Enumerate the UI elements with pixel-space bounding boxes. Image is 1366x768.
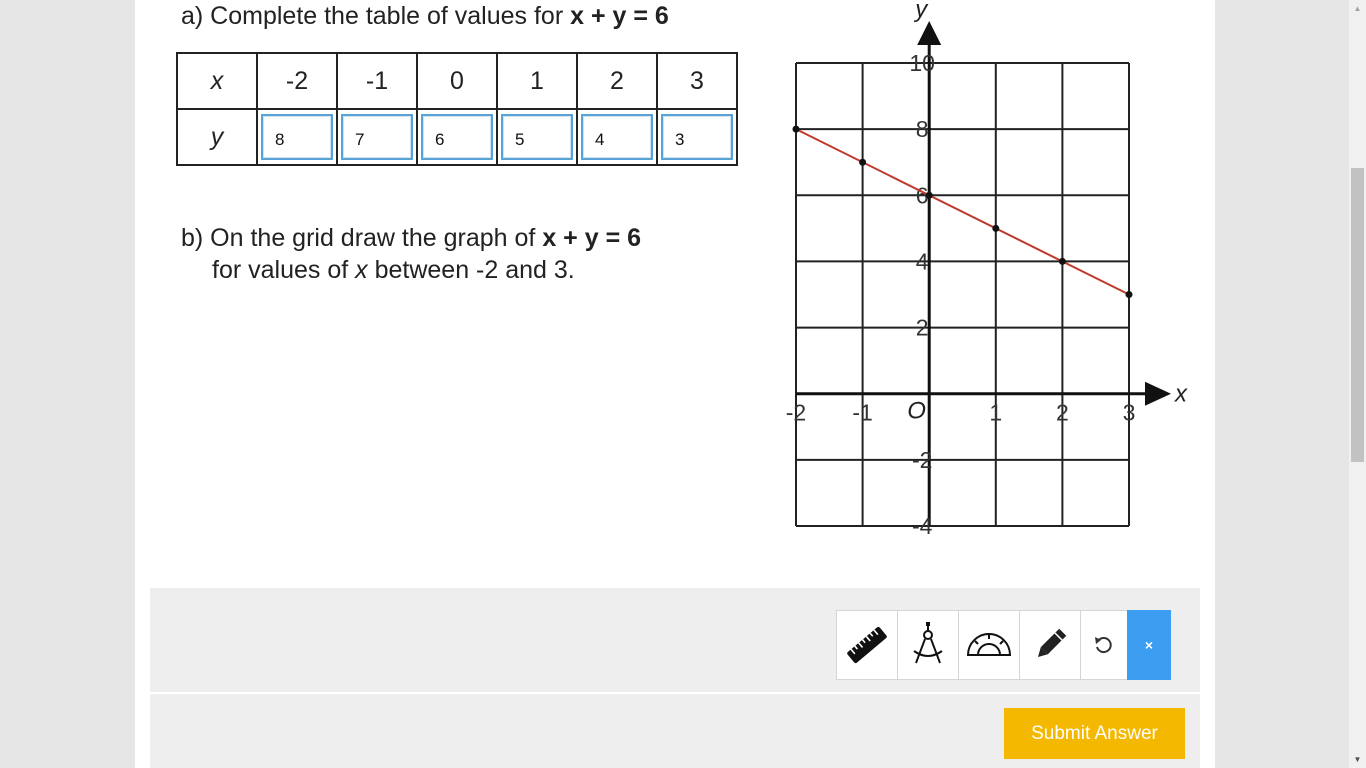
- plotted-point: [792, 125, 800, 133]
- y-tick-label: -2: [912, 447, 932, 473]
- question-b-line2-prefix: for values of: [212, 256, 356, 284]
- y-header: y: [176, 108, 258, 166]
- graph-line: [795, 128, 1130, 296]
- ruler-button[interactable]: [836, 610, 898, 680]
- question-b-prefix: b) On the grid draw the graph of: [181, 224, 543, 252]
- question-b-variable: x: [355, 256, 368, 284]
- scroll-down-icon[interactable]: ▼: [1349, 751, 1366, 768]
- x-tick-label: -2: [786, 400, 806, 426]
- x-tick-label: -1: [852, 400, 872, 426]
- undo-icon: [1095, 637, 1112, 654]
- y-cell: 7: [336, 108, 418, 166]
- y-answer-value: 5: [515, 130, 525, 149]
- submit-answer-button[interactable]: Submit Answer: [1004, 708, 1185, 759]
- x-value: -2: [256, 52, 338, 110]
- question-a-equation: x + y = 6: [570, 2, 669, 30]
- protractor-icon: [966, 633, 1012, 656]
- y-answer-value: 8: [275, 130, 285, 149]
- y-axis-arrow: [917, 21, 942, 45]
- vertical-scrollbar[interactable]: ▲ ▼: [1349, 0, 1366, 768]
- x-value: 0: [416, 52, 498, 110]
- grid-lines: [795, 62, 1130, 527]
- close-icon: ×: [1144, 637, 1154, 653]
- y-cell: 6: [416, 108, 498, 166]
- right-gutter: [1215, 0, 1349, 768]
- table-row-x: x -2 -1 0 1 2 3: [176, 52, 738, 110]
- question-b-line2-suffix: between -2 and 3.: [367, 256, 575, 284]
- pencil-icon: [1037, 628, 1067, 658]
- y-tick-label: 8: [916, 116, 929, 142]
- plotted-point: [992, 224, 1000, 232]
- compass-button[interactable]: [897, 610, 959, 680]
- drawing-toolbar: ×: [836, 610, 1171, 680]
- y-cell: 4: [576, 108, 658, 166]
- plotted-point: [1125, 291, 1133, 298]
- y-answer-input[interactable]: 6: [421, 114, 493, 160]
- x-header: x: [176, 52, 258, 110]
- plotted-point: [925, 191, 933, 199]
- plotted-point: [859, 158, 867, 166]
- y-tick-label: -4: [912, 513, 933, 539]
- protractor-button[interactable]: [958, 610, 1020, 680]
- question-b-equation: x + y = 6: [542, 224, 642, 252]
- y-cell: 3: [656, 108, 738, 166]
- question-a-prefix: a) Complete the table of values for: [181, 2, 571, 30]
- coordinate-grid[interactable]: -2 -1 1 2 3108642-2-4 x y O: [770, 0, 1200, 560]
- pencil-button[interactable]: [1019, 610, 1081, 680]
- question-b-line1: b) On the grid draw the graph of x + y =…: [181, 224, 641, 253]
- origin-label: O: [907, 398, 926, 425]
- y-axis-label: y: [913, 0, 929, 23]
- close-button[interactable]: ×: [1127, 610, 1171, 680]
- x-axis-label: x: [1174, 381, 1188, 408]
- y-answer-input[interactable]: 5: [501, 114, 573, 160]
- question-b-line2: for values of x between -2 and 3.: [212, 256, 575, 285]
- y-tick-label: 2: [916, 315, 929, 341]
- undo-button[interactable]: [1080, 610, 1128, 680]
- y-answer-value: 7: [355, 130, 365, 149]
- y-cell: 8: [256, 108, 338, 166]
- y-answer-input[interactable]: 3: [661, 114, 733, 160]
- x-value: 2: [576, 52, 658, 110]
- tick-labels: -2 -1 1 2 3108642-2-4: [786, 50, 1136, 539]
- x-value: 1: [496, 52, 578, 110]
- y-answer-input[interactable]: 4: [581, 114, 653, 160]
- x-axis-arrow: [1145, 381, 1171, 406]
- left-gutter: [0, 0, 135, 768]
- x-tick-label: 2: [1056, 400, 1069, 426]
- y-answer-input[interactable]: 7: [341, 114, 413, 160]
- y-answer-value: 6: [435, 130, 445, 149]
- axes: [796, 21, 1171, 526]
- plotted-line: [792, 125, 1133, 298]
- y-tick-label: 10: [909, 50, 935, 76]
- table-row-y: y 8 7 6 5 4 3: [176, 108, 738, 166]
- x-value: 3: [656, 52, 738, 110]
- values-table: x -2 -1 0 1 2 3 y 8 7 6 5 4 3: [176, 52, 738, 166]
- x-tick-label: 1: [989, 400, 1002, 426]
- y-answer-input[interactable]: 8: [261, 114, 333, 160]
- y-cell: 5: [496, 108, 578, 166]
- y-tick-label: 4: [916, 248, 929, 274]
- x-tick-label: 3: [1123, 400, 1136, 426]
- y-answer-value: 3: [675, 130, 685, 149]
- question-a-text: a) Complete the table of values for x + …: [181, 2, 669, 31]
- x-value: -1: [336, 52, 418, 110]
- ruler-icon: [847, 626, 887, 664]
- plotted-point: [1058, 257, 1066, 265]
- y-answer-value: 4: [595, 130, 605, 149]
- scroll-up-icon[interactable]: ▲: [1349, 0, 1366, 17]
- scroll-thumb[interactable]: [1351, 168, 1364, 462]
- compass-icon: [913, 622, 943, 664]
